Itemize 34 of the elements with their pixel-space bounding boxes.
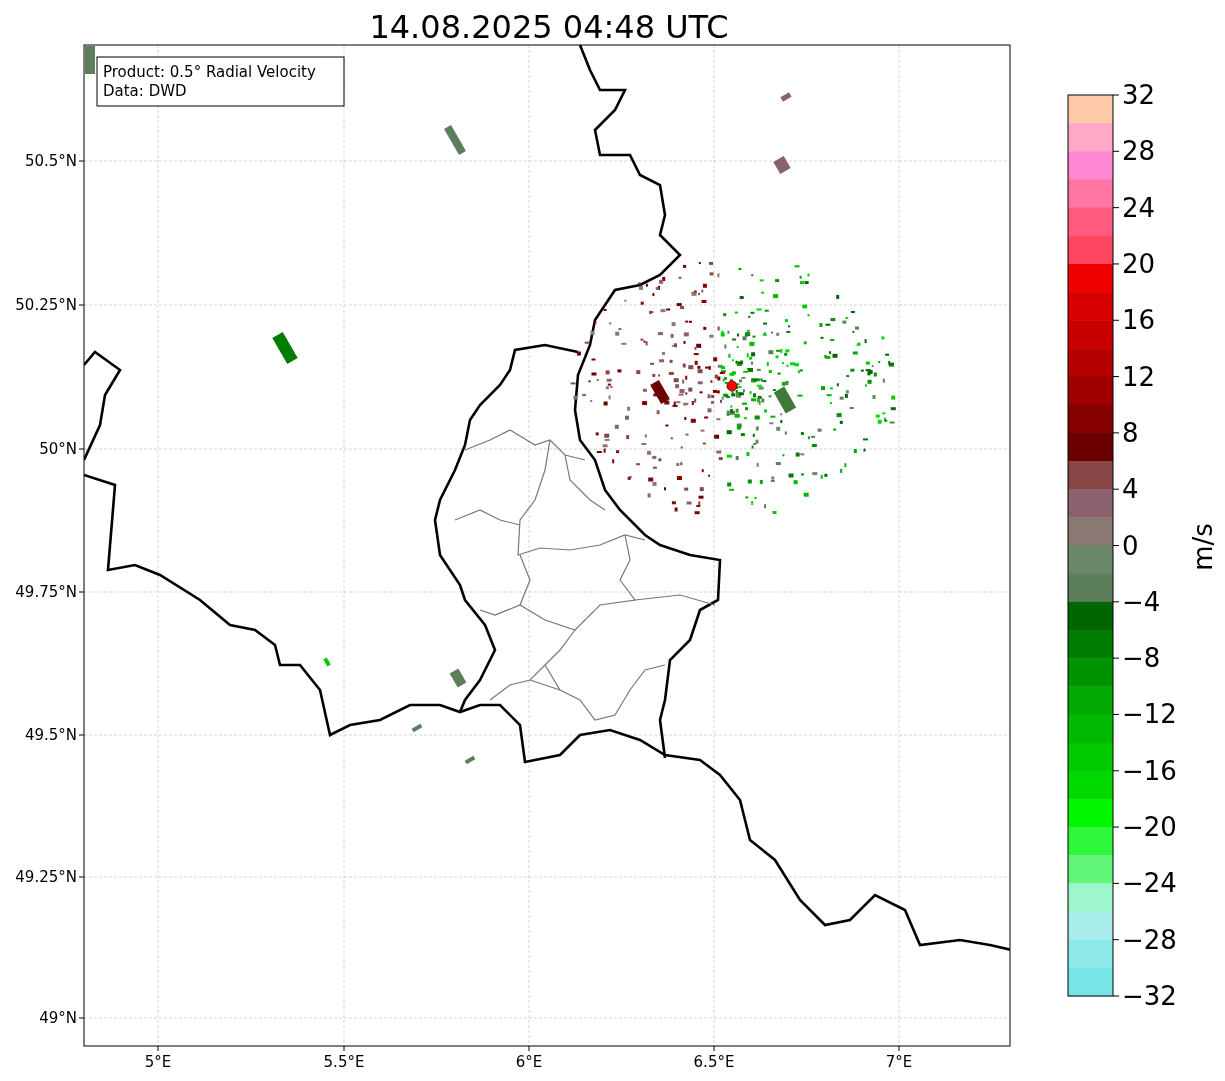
radar-site-marker	[726, 380, 738, 392]
chart-title: 14.08.2025 04:48 UTC	[369, 8, 729, 46]
latitude-label: 49.25°N	[15, 868, 77, 886]
longitude-label: 7°E	[885, 1053, 913, 1071]
colorbar-tick-label: 24	[1122, 192, 1156, 223]
colorbar-tick-label: −16	[1122, 755, 1177, 786]
colorbar-tick-label: −12	[1122, 699, 1177, 730]
latitude-label: 49°N	[39, 1009, 77, 1027]
colorbar-tick-label: −4	[1122, 586, 1161, 617]
colorbar-tick-label: 20	[1122, 248, 1156, 279]
colorbar-tick-label: −20	[1122, 812, 1177, 843]
longitude-label: 6°E	[515, 1053, 543, 1071]
colorbar-tick-label: −32	[1122, 981, 1177, 1011]
latitude-label: 49.75°N	[15, 583, 77, 601]
longitude-label: 6.5°E	[693, 1053, 735, 1071]
colorbar-tick-label: −28	[1122, 924, 1177, 955]
latitude-label: 50°N	[39, 440, 77, 458]
info-text: Product: 0.5° Radial Velocity	[103, 63, 316, 81]
colorbar-title: m/s	[1188, 523, 1218, 571]
colorbar-tick-label: 0	[1122, 530, 1139, 561]
colorbar-tick-label: 12	[1122, 361, 1156, 392]
colorbar-tick-label: 16	[1122, 305, 1156, 336]
longitude-label: 5.5°E	[323, 1053, 365, 1071]
colorbar-tick-label: 8	[1122, 417, 1139, 448]
colorbar-tick-label: −24	[1122, 868, 1177, 899]
info-text: Data: DWD	[103, 82, 187, 100]
latitude-label: 49.5°N	[24, 726, 77, 744]
colorbar-tick-label: 32	[1122, 80, 1156, 110]
longitude-label: 5°E	[144, 1053, 172, 1071]
colorbar-tick-label: 4	[1122, 474, 1139, 505]
colorbar-tick-label: 28	[1122, 136, 1156, 167]
latitude-label: 50.5°N	[24, 152, 77, 170]
colorbar-tick-label: −8	[1122, 643, 1161, 674]
latitude-label: 50.25°N	[15, 296, 77, 314]
